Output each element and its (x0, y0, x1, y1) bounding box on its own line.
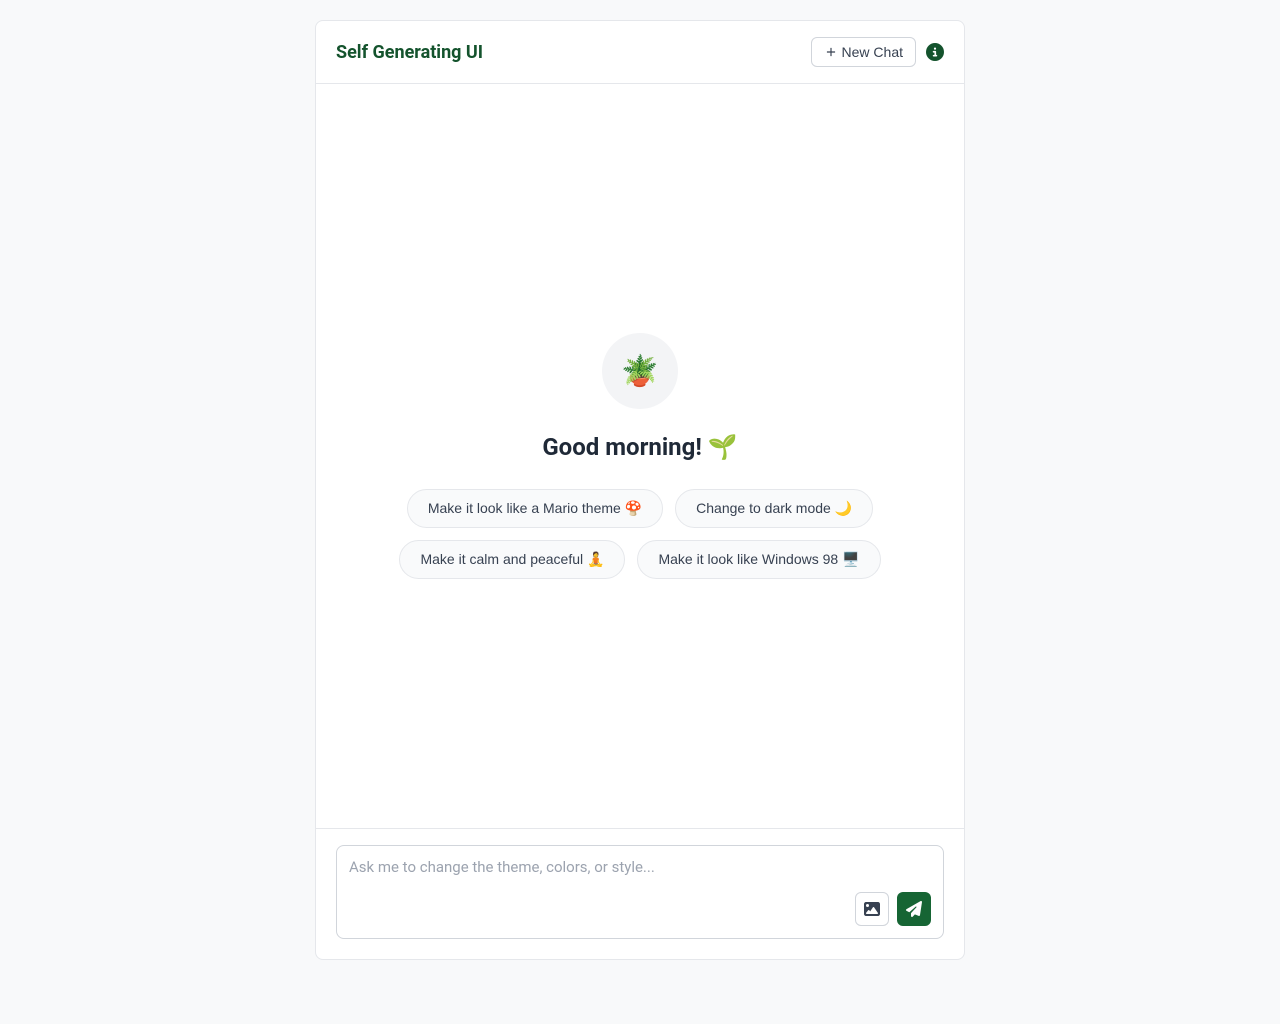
app-title: Self Generating UI (336, 42, 483, 63)
input-actions (349, 892, 931, 926)
suggestions-container: Make it look like a Mario theme 🍄 Change… (390, 489, 890, 579)
image-icon (864, 901, 880, 917)
suggestion-dark-mode[interactable]: Change to dark mode 🌙 (675, 489, 873, 528)
app-container: Self Generating UI New Chat 🪴 Good morni… (315, 20, 965, 960)
footer (316, 828, 964, 959)
avatar: 🪴 (602, 333, 678, 409)
suggestion-mario-theme[interactable]: Make it look like a Mario theme 🍄 (407, 489, 663, 528)
header: Self Generating UI New Chat (316, 21, 964, 84)
plus-icon (824, 45, 838, 59)
main-content: 🪴 Good morning! 🌱 Make it look like a Ma… (316, 84, 964, 828)
input-container (336, 845, 944, 939)
suggestion-calm-peaceful[interactable]: Make it calm and peaceful 🧘 (399, 540, 625, 579)
header-actions: New Chat (811, 37, 944, 67)
message-input[interactable] (349, 858, 931, 882)
new-chat-button[interactable]: New Chat (811, 37, 916, 67)
suggestion-windows-98[interactable]: Make it look like Windows 98 🖥️ (637, 540, 880, 579)
greeting-heading: Good morning! 🌱 (542, 433, 737, 461)
new-chat-label: New Chat (842, 44, 903, 60)
attach-image-button[interactable] (855, 892, 889, 926)
send-button[interactable] (897, 892, 931, 926)
info-button[interactable] (926, 43, 944, 61)
info-icon (926, 43, 944, 61)
send-icon (906, 901, 922, 917)
